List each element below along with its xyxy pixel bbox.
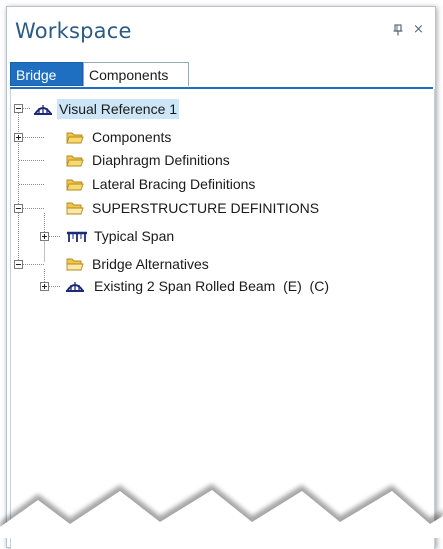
folder-open-icon <box>66 202 84 215</box>
tree-node-label: Components <box>92 129 172 145</box>
pin-icon[interactable] <box>392 24 404 36</box>
close-icon[interactable]: × <box>413 23 424 37</box>
tab-strip: Bridge Components <box>10 62 433 89</box>
panel-header: Workspace × <box>7 7 435 51</box>
tree-node-diaphragm-definitions[interactable]: Diaphragm Definitions <box>66 150 305 170</box>
tree-node-label: SUPERSTRUCTURE DEFINITIONS <box>92 200 320 216</box>
tree-node-existing-span[interactable]: Existing 2 Span Rolled Beam (E) (C) <box>66 276 427 296</box>
girder-span-icon <box>67 231 87 242</box>
folder-closed-icon <box>66 179 84 191</box>
tree-node-bridge-alternatives[interactable]: Bridge Alternatives <box>66 254 305 274</box>
bridge-arch-icon <box>66 282 84 292</box>
panel-title: Workspace <box>15 19 132 43</box>
components-expand-toggle[interactable] <box>14 133 23 142</box>
superstructure-collapse-toggle[interactable] <box>14 204 23 213</box>
root-collapse-toggle[interactable] <box>14 104 23 113</box>
tree-node-label: Existing 2 Span Rolled Beam (E) (C) <box>94 278 329 294</box>
typical-span-expand-toggle[interactable] <box>40 232 49 241</box>
tree-node-components[interactable]: Components <box>66 127 285 147</box>
bridge-arch-icon <box>34 105 52 115</box>
tree-node-label: Visual Reference 1 <box>57 99 180 119</box>
tree-node-label: Lateral Bracing Definitions <box>92 176 256 192</box>
tab-components[interactable]: Components <box>83 62 189 86</box>
tree-node-typical-span[interactable]: Typical Span <box>67 226 287 246</box>
bridge-alternatives-collapse-toggle[interactable] <box>14 260 23 269</box>
folder-closed-icon <box>66 155 84 167</box>
torn-edge-decoration <box>0 484 443 538</box>
tab-bridge[interactable]: Bridge <box>10 62 83 86</box>
existing-span-expand-toggle[interactable] <box>40 282 49 291</box>
tree-node-label: Typical Span <box>94 228 175 244</box>
folder-closed-icon <box>66 132 84 144</box>
tree-node-label: Diaphragm Definitions <box>92 152 230 168</box>
folder-open-icon <box>66 258 84 271</box>
tree-node-visual-reference[interactable]: Visual Reference 1 <box>33 99 233 119</box>
tree-node-label: Bridge Alternatives <box>92 256 209 272</box>
tree-node-lateral-bracing-definitions[interactable]: Lateral Bracing Definitions <box>66 174 325 194</box>
tree-node-superstructure-definitions[interactable]: SUPERSTRUCTURE DEFINITIONS <box>66 198 385 218</box>
